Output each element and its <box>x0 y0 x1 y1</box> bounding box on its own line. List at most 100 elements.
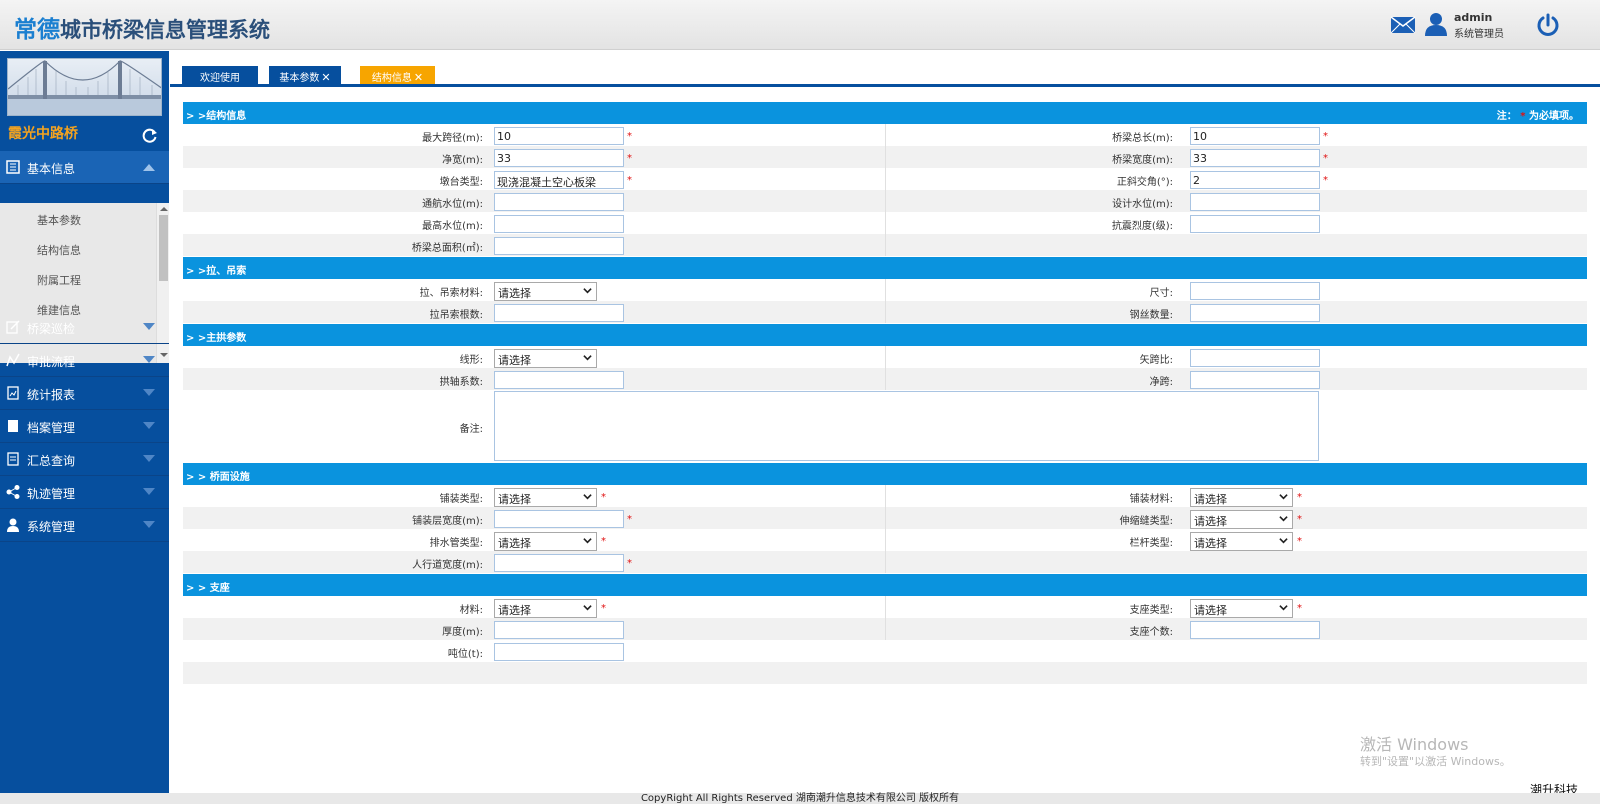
chevron-down-icon <box>143 356 155 363</box>
section-cable: > >拉、吊索 <box>183 257 1587 279</box>
form-row: 净宽(m): 33 * 桥梁宽度(m): 33 * <box>183 146 1587 168</box>
pavement-type-select[interactable]: 请选择 <box>494 488 597 507</box>
field-label: 钢丝数量: <box>1129 310 1173 321</box>
bearing-count-input[interactable] <box>1190 621 1320 639</box>
menu-group-query[interactable]: 汇总查询 <box>0 443 169 476</box>
field-label: 通航水位(m): <box>422 199 483 210</box>
refresh-icon[interactable] <box>142 127 158 143</box>
archive-icon <box>8 420 18 432</box>
form-row: 铺装层宽度(m): * 伸缩缝类型: 请选择 * <box>183 507 1587 529</box>
total-length-input[interactable]: 10 <box>1190 127 1320 145</box>
cable-material-select[interactable]: 请选择 <box>494 282 597 301</box>
mail-icon[interactable] <box>1390 16 1416 34</box>
menu-group-label: 汇总查询 <box>27 454 76 468</box>
max-span-input[interactable]: 10 <box>494 127 624 145</box>
section-title: > > 桥面设施 <box>186 472 250 483</box>
bridge-width-input[interactable]: 33 <box>1190 149 1320 167</box>
tab-structure-info[interactable]: 结构信息 ✕ <box>360 66 435 84</box>
close-icon[interactable]: ✕ <box>321 71 330 84</box>
required-mark: * <box>627 175 632 186</box>
app-title: 常德城市桥梁信息管理系统 <box>14 10 270 44</box>
power-icon[interactable] <box>1536 13 1560 37</box>
form-row: 吨位(t): <box>183 640 1587 662</box>
form-row: 桥梁总面积(㎡): <box>183 234 1587 256</box>
scroll-up-icon[interactable] <box>160 207 168 211</box>
bridge-photo <box>7 58 162 116</box>
chevron-down-icon <box>583 605 592 611</box>
field-label: 铺装材料: <box>1129 494 1173 505</box>
submenu-item-auxiliary[interactable]: 附属工程 <box>37 272 81 288</box>
required-mark: * <box>601 492 606 503</box>
remark-textarea[interactable] <box>494 391 1319 461</box>
field-label: 拉、吊索材料: <box>419 288 483 299</box>
field-label: 尺寸: <box>1149 288 1173 299</box>
app-header: 常德城市桥梁信息管理系统 admin 系统管理员 <box>0 0 1600 50</box>
field-label: 桥梁总长(m): <box>1112 133 1173 144</box>
bearing-type-select[interactable]: 请选择 <box>1190 599 1293 618</box>
submenu-item-basic-params[interactable]: 基本参数 <box>37 212 81 228</box>
railing-type-select[interactable]: 请选择 <box>1190 532 1293 551</box>
flow-icon <box>6 353 20 367</box>
section-title: > >结构信息 <box>186 111 247 122</box>
seismic-level-input[interactable] <box>1190 215 1320 233</box>
thickness-input[interactable] <box>494 621 624 639</box>
cable-size-input[interactable] <box>1190 282 1320 300</box>
net-span-input[interactable] <box>1190 371 1320 389</box>
arch-shape-select[interactable]: 请选择 <box>494 349 597 368</box>
field-label: 铺装层宽度(m): <box>412 516 483 527</box>
form-row: 铺装类型: 请选择 * 铺装材料: 请选择 * <box>183 485 1587 507</box>
menu-group-basic-info[interactable]: 基本信息 <box>0 151 169 184</box>
form-row: 材料: 请选择 * 支座类型: 请选择 * <box>183 596 1587 618</box>
chevron-up-icon <box>143 164 155 171</box>
close-icon[interactable]: ✕ <box>414 71 423 84</box>
wire-count-input[interactable] <box>1190 304 1320 322</box>
drain-type-select[interactable]: 请选择 <box>494 532 597 551</box>
skew-angle-input[interactable]: 2 <box>1190 171 1320 189</box>
field-label: 净宽(m): <box>442 155 483 166</box>
section-title: > >主拱参数 <box>186 333 247 344</box>
field-label: 伸缩缝类型: <box>1119 516 1173 527</box>
chevron-down-icon <box>143 455 155 462</box>
pavement-width-input[interactable] <box>494 510 624 528</box>
joint-type-select[interactable]: 请选择 <box>1190 510 1293 529</box>
sidewalk-width-input[interactable] <box>494 554 624 572</box>
field-label: 厚度(m): <box>442 627 483 638</box>
total-area-input[interactable] <box>494 237 624 255</box>
menu-group-archives[interactable]: 档案管理 <box>0 410 169 443</box>
tab-welcome[interactable]: 欢迎使用 <box>182 66 258 84</box>
chevron-down-icon <box>583 494 592 500</box>
abutment-type-input[interactable]: 现浇混凝土空心板梁 <box>494 171 624 189</box>
menu-group-track[interactable]: 轨迹管理 <box>0 476 169 509</box>
design-water-level-input[interactable] <box>1190 193 1320 211</box>
required-mark: * <box>601 603 606 614</box>
field-label: 吨位(t): <box>447 649 483 660</box>
field-label: 正斜交角(°): <box>1116 177 1173 188</box>
menu-group-reports[interactable]: 统计报表 <box>0 377 169 410</box>
form-row: 线形: 请选择 矢跨比: <box>183 346 1587 368</box>
submenu-item-structure[interactable]: 结构信息 <box>37 242 81 258</box>
field-label: 备注: <box>459 424 483 435</box>
nav-water-level-input[interactable] <box>494 193 624 211</box>
section-bearing: > > 支座 <box>183 574 1587 596</box>
form-row-remark: 备注: <box>183 390 1587 462</box>
tonnage-input[interactable] <box>494 643 624 661</box>
section-arch: > >主拱参数 <box>183 324 1587 346</box>
menu-group-system[interactable]: 系统管理 <box>0 509 169 542</box>
menu-group-approval[interactable]: 审批流程 <box>0 344 169 377</box>
max-water-level-input[interactable] <box>494 215 624 233</box>
required-mark: * <box>627 131 632 142</box>
cable-count-input[interactable] <box>494 304 624 322</box>
user-icon[interactable] <box>1425 12 1447 36</box>
tab-basic-params[interactable]: 基本参数 ✕ <box>269 66 341 84</box>
menu-group-inspection[interactable]: 桥梁巡检 <box>0 311 169 344</box>
arch-axis-coef-input[interactable] <box>494 371 624 389</box>
field-label: 最高水位(m): <box>422 221 483 232</box>
pavement-material-select[interactable]: 请选择 <box>1190 488 1293 507</box>
net-width-input[interactable]: 33 <box>494 149 624 167</box>
scroll-thumb[interactable] <box>159 215 168 281</box>
field-label: 支座类型: <box>1129 605 1173 616</box>
rise-span-ratio-input[interactable] <box>1190 349 1320 367</box>
field-label: 桥梁宽度(m): <box>1112 155 1173 166</box>
bearing-material-select[interactable]: 请选择 <box>494 599 597 618</box>
query-icon <box>7 452 19 466</box>
